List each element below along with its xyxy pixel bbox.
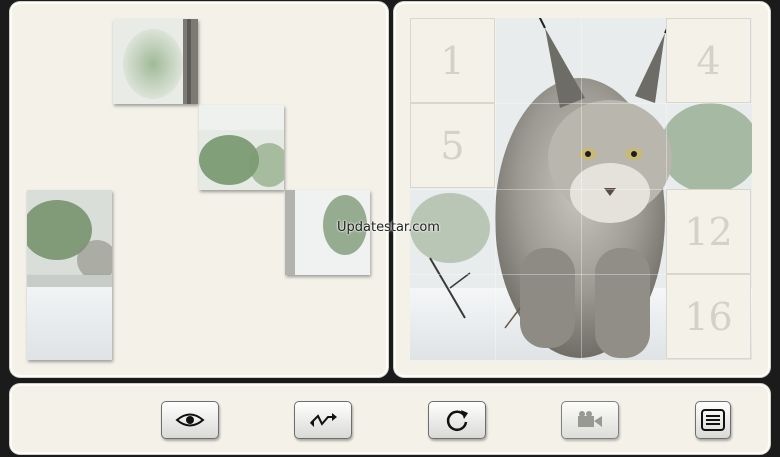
empty-cell-12[interactable]: 12 [666,189,751,274]
empty-cell-5[interactable]: 5 [410,103,495,188]
puzzle-piece[interactable] [113,19,198,104]
preview-button[interactable] [161,401,219,439]
eye-icon [175,413,205,427]
puzzle-board: 1 4 5 12 16 [394,2,770,377]
swap-button[interactable] [294,401,352,439]
empty-cell-4[interactable]: 4 [666,18,751,103]
toolbar [10,384,770,454]
cell-number: 16 [684,294,733,339]
cell-number: 12 [684,209,733,254]
puzzle-piece[interactable] [27,190,112,275]
cell-number: 1 [440,38,465,83]
puzzle-piece[interactable] [199,105,284,190]
restart-icon [446,410,468,431]
swap-arrows-icon [310,413,337,427]
cell-number: 4 [696,38,721,83]
board-grid: 1 4 5 12 16 [410,18,752,360]
empty-cell-16[interactable]: 16 [666,274,751,359]
restart-button[interactable] [428,401,486,439]
menu-icon [701,409,725,431]
watermark: Updatestar.com [337,220,440,235]
puzzle-piece[interactable] [27,275,112,360]
menu-button[interactable] [695,401,731,439]
video-button[interactable] [561,401,619,439]
video-camera-icon [578,411,602,427]
piece-tray [10,2,388,377]
cell-number: 5 [440,123,465,168]
empty-cell-1[interactable]: 1 [410,18,495,103]
